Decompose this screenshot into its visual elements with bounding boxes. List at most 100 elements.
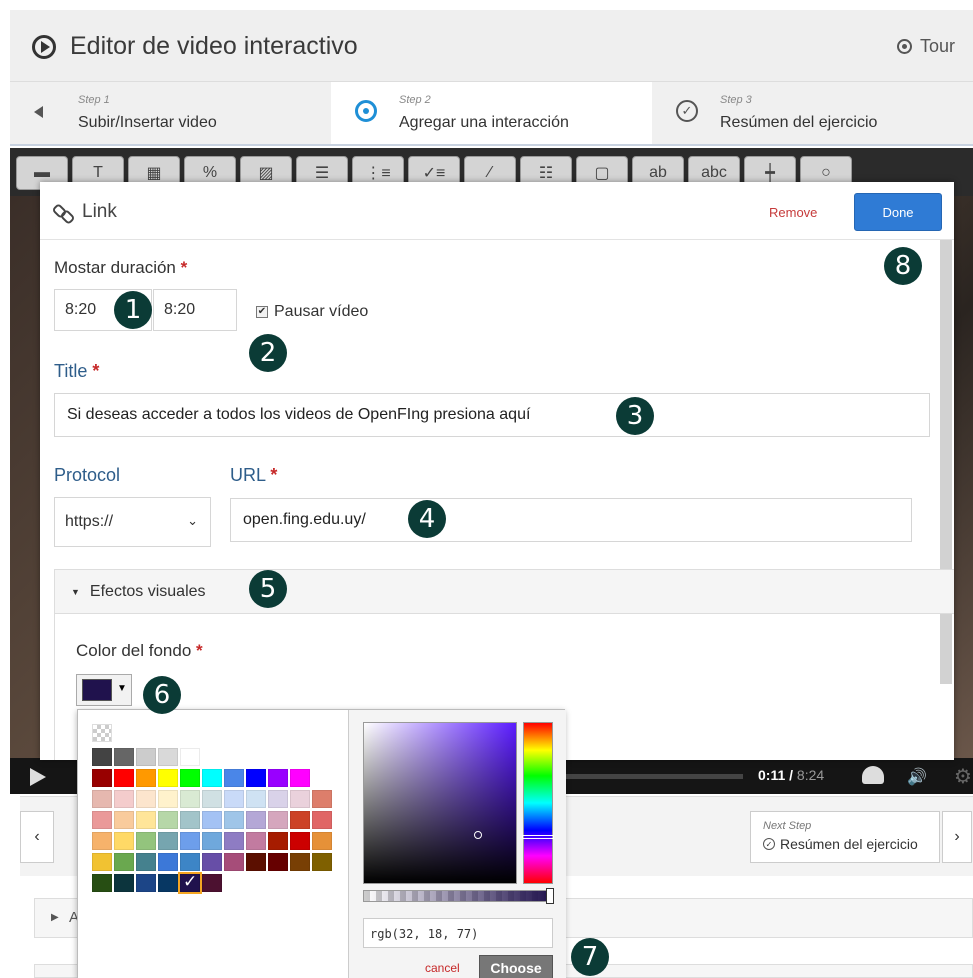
palette-swatch[interactable] <box>202 832 222 850</box>
url-input[interactable]: open.fing.edu.uy/ <box>230 498 912 542</box>
palette-swatch[interactable] <box>114 748 134 766</box>
palette-swatch[interactable] <box>136 811 156 829</box>
palette-swatch[interactable] <box>246 811 266 829</box>
palette-swatch[interactable] <box>202 874 222 892</box>
palette-swatch[interactable] <box>114 790 134 808</box>
badge-2: 2 <box>249 334 287 372</box>
end-time-input[interactable]: 8:20 <box>153 289 237 331</box>
palette-swatch[interactable] <box>180 811 200 829</box>
palette-swatch[interactable] <box>202 769 222 787</box>
palette-swatch[interactable] <box>268 832 288 850</box>
palette-swatch[interactable] <box>136 748 156 766</box>
palette-swatch[interactable] <box>158 790 178 808</box>
step-tab-2[interactable]: Step 2 Agregar una interacción <box>331 82 652 144</box>
palette-swatch[interactable] <box>158 769 178 787</box>
palette-swatch[interactable] <box>268 790 288 808</box>
palette-swatch[interactable] <box>312 832 332 850</box>
palette-swatch[interactable] <box>312 811 332 829</box>
cancel-link[interactable]: cancel <box>425 961 460 975</box>
palette-swatch[interactable] <box>180 790 200 808</box>
next-step-button[interactable]: Next Step ✓ Resúmen del ejercicio <box>750 811 940 863</box>
palette-swatch[interactable] <box>114 874 134 892</box>
palette-swatch[interactable] <box>224 790 244 808</box>
palette-swatch[interactable] <box>92 874 112 892</box>
palette-swatch[interactable] <box>202 853 222 871</box>
palette-swatch[interactable] <box>158 748 178 766</box>
palette-swatch[interactable] <box>92 832 112 850</box>
palette-swatch[interactable] <box>114 853 134 871</box>
palette-swatch[interactable] <box>268 811 288 829</box>
badge-8: 8 <box>884 247 922 285</box>
palette-swatch[interactable] <box>114 769 134 787</box>
transparent-swatch[interactable] <box>92 724 112 742</box>
gear-icon[interactable]: ⚙ <box>954 764 972 789</box>
palette-swatch[interactable] <box>246 832 266 850</box>
remove-button[interactable]: Remove <box>769 205 817 220</box>
saturation-value-box[interactable] <box>363 722 517 884</box>
palette-swatch[interactable] <box>158 874 178 892</box>
palette-swatch[interactable] <box>92 748 112 766</box>
prev-step-button[interactable]: ‹ <box>20 811 54 863</box>
palette-swatch[interactable] <box>158 832 178 850</box>
palette-swatch[interactable] <box>92 769 112 787</box>
palette-swatch[interactable] <box>180 832 200 850</box>
palette-swatch[interactable] <box>114 811 134 829</box>
volume-icon[interactable]: 🔊 <box>907 767 927 787</box>
done-button[interactable]: Done <box>854 193 942 231</box>
palette-swatch[interactable] <box>136 874 156 892</box>
palette-swatch[interactable] <box>290 853 310 871</box>
sv-marker[interactable] <box>474 831 482 839</box>
alpha-marker[interactable] <box>546 888 554 904</box>
palette-swatch[interactable] <box>246 790 266 808</box>
palette-swatch[interactable] <box>224 853 244 871</box>
step-tab-1[interactable]: Step 1 Subir/Insertar video <box>10 82 331 144</box>
palette-swatch[interactable] <box>246 853 266 871</box>
visual-effects-label: Efectos visuales <box>89 582 206 600</box>
next-step-arrow[interactable]: › <box>942 811 972 863</box>
alpha-slider[interactable] <box>363 888 554 904</box>
speed-gauge-icon[interactable] <box>862 766 884 784</box>
palette-swatch[interactable] <box>268 769 288 787</box>
checkbox-checked-icon[interactable]: ✔ <box>256 306 268 318</box>
color-swatch-button[interactable]: ▼ <box>76 674 132 706</box>
palette-swatch[interactable] <box>92 853 112 871</box>
visual-effects-header[interactable]: ▼ Efectos visuales <box>55 570 954 614</box>
palette-swatch[interactable] <box>178 872 202 894</box>
palette-swatch[interactable] <box>136 832 156 850</box>
play-icon[interactable] <box>30 768 46 786</box>
rgb-input[interactable]: rgb(32, 18, 77) <box>363 918 553 948</box>
palette-swatch[interactable] <box>290 769 310 787</box>
palette-swatch[interactable] <box>202 790 222 808</box>
tour-button[interactable]: Tour <box>896 36 955 57</box>
palette-swatch[interactable] <box>290 790 310 808</box>
palette-swatch[interactable] <box>92 811 112 829</box>
palette-swatch[interactable] <box>114 832 134 850</box>
palette-swatch[interactable] <box>312 853 332 871</box>
step-tab-3[interactable]: ✓ Step 3 Resúmen del ejercicio <box>652 82 973 144</box>
palette-swatch[interactable] <box>290 811 310 829</box>
palette-swatch[interactable] <box>136 853 156 871</box>
palette-swatch[interactable] <box>158 853 178 871</box>
palette-swatch[interactable] <box>180 853 200 871</box>
pause-video-checkbox[interactable]: ✔ Pausar vídeo <box>256 303 368 321</box>
palette-swatch[interactable] <box>202 811 222 829</box>
palette-swatch[interactable] <box>158 811 178 829</box>
palette-swatch[interactable] <box>92 790 112 808</box>
palette-swatch[interactable] <box>136 790 156 808</box>
palette-swatch[interactable] <box>246 769 266 787</box>
palette-swatch[interactable] <box>136 769 156 787</box>
title-input[interactable]: Si deseas acceder a todos los videos de … <box>54 393 930 437</box>
palette-swatch[interactable] <box>290 832 310 850</box>
palette-swatch[interactable] <box>268 853 288 871</box>
progress-bar[interactable] <box>565 774 743 779</box>
palette-swatch[interactable] <box>224 811 244 829</box>
hue-marker[interactable] <box>522 835 554 839</box>
choose-button[interactable]: Choose <box>479 955 553 978</box>
palette-swatch[interactable] <box>312 790 332 808</box>
protocol-select[interactable]: https:// ⌄ <box>54 497 211 547</box>
palette-swatch[interactable] <box>224 832 244 850</box>
palette-swatch[interactable] <box>224 769 244 787</box>
hue-slider[interactable] <box>522 722 554 884</box>
palette-swatch[interactable] <box>180 769 200 787</box>
palette-swatch[interactable] <box>180 748 200 766</box>
